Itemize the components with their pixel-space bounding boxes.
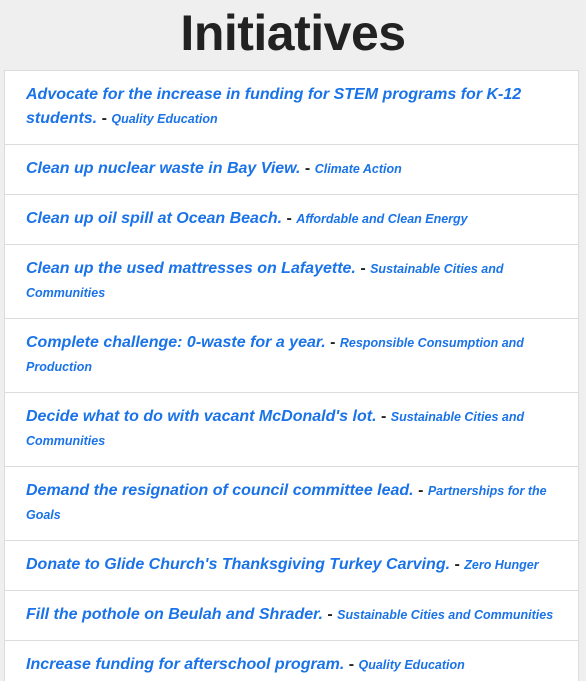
initiative-link[interactable]: Clean up oil spill at Ocean Beach. bbox=[26, 210, 282, 227]
list-item: Increase funding for afterschool program… bbox=[4, 640, 579, 681]
initiative-link[interactable]: Clean up the used mattresses on Lafayett… bbox=[26, 260, 356, 277]
separator: - bbox=[355, 260, 371, 277]
list-item: Demand the resignation of council commit… bbox=[4, 466, 579, 541]
initiative-link[interactable]: Complete challenge: 0-waste for a year. bbox=[26, 334, 326, 351]
separator: - bbox=[282, 210, 297, 227]
list-item: Clean up oil spill at Ocean Beach. - Aff… bbox=[4, 194, 579, 245]
goal-link[interactable]: Quality Education bbox=[359, 658, 465, 672]
separator: - bbox=[325, 334, 340, 351]
goal-link[interactable]: Quality Education bbox=[111, 112, 217, 126]
goal-link[interactable]: Zero Hunger bbox=[464, 558, 538, 572]
list-item: Clean up nuclear waste in Bay View. - Cl… bbox=[4, 144, 579, 195]
initiative-link[interactable]: Fill the pothole on Beulah and Shrader. bbox=[26, 606, 323, 623]
separator: - bbox=[376, 408, 391, 425]
goal-link[interactable]: Affordable and Clean Energy bbox=[296, 212, 467, 226]
list-item: Decide what to do with vacant McDonald's… bbox=[4, 392, 579, 467]
separator: - bbox=[300, 160, 315, 177]
separator: - bbox=[97, 110, 112, 127]
separator: - bbox=[450, 556, 465, 573]
list-item: Clean up the used mattresses on Lafayett… bbox=[4, 244, 579, 319]
initiatives-list: Advocate for the increase in funding for… bbox=[4, 70, 579, 681]
separator: - bbox=[344, 656, 359, 673]
goal-link[interactable]: Sustainable Cities and Communities bbox=[337, 608, 553, 622]
separator: - bbox=[413, 482, 428, 499]
separator: - bbox=[322, 606, 338, 623]
goal-link[interactable]: Climate Action bbox=[315, 162, 402, 176]
initiative-link[interactable]: Demand the resignation of council commit… bbox=[26, 482, 414, 499]
list-item: Advocate for the increase in funding for… bbox=[4, 70, 579, 145]
page-title: Initiatives bbox=[180, 5, 406, 61]
initiative-link[interactable]: Decide what to do with vacant McDonald's… bbox=[26, 408, 377, 425]
initiatives-page: Initiatives Advocate for the increase in… bbox=[0, 0, 586, 681]
initiative-link[interactable]: Donate to Glide Church's Thanksgiving Tu… bbox=[26, 556, 450, 573]
initiative-link[interactable]: Increase funding for afterschool program… bbox=[26, 656, 344, 673]
list-item: Complete challenge: 0-waste for a year. … bbox=[4, 318, 579, 393]
list-item: Donate to Glide Church's Thanksgiving Tu… bbox=[4, 540, 579, 591]
initiative-link[interactable]: Clean up nuclear waste in Bay View. bbox=[26, 160, 300, 177]
list-item: Fill the pothole on Beulah and Shrader. … bbox=[4, 590, 579, 641]
